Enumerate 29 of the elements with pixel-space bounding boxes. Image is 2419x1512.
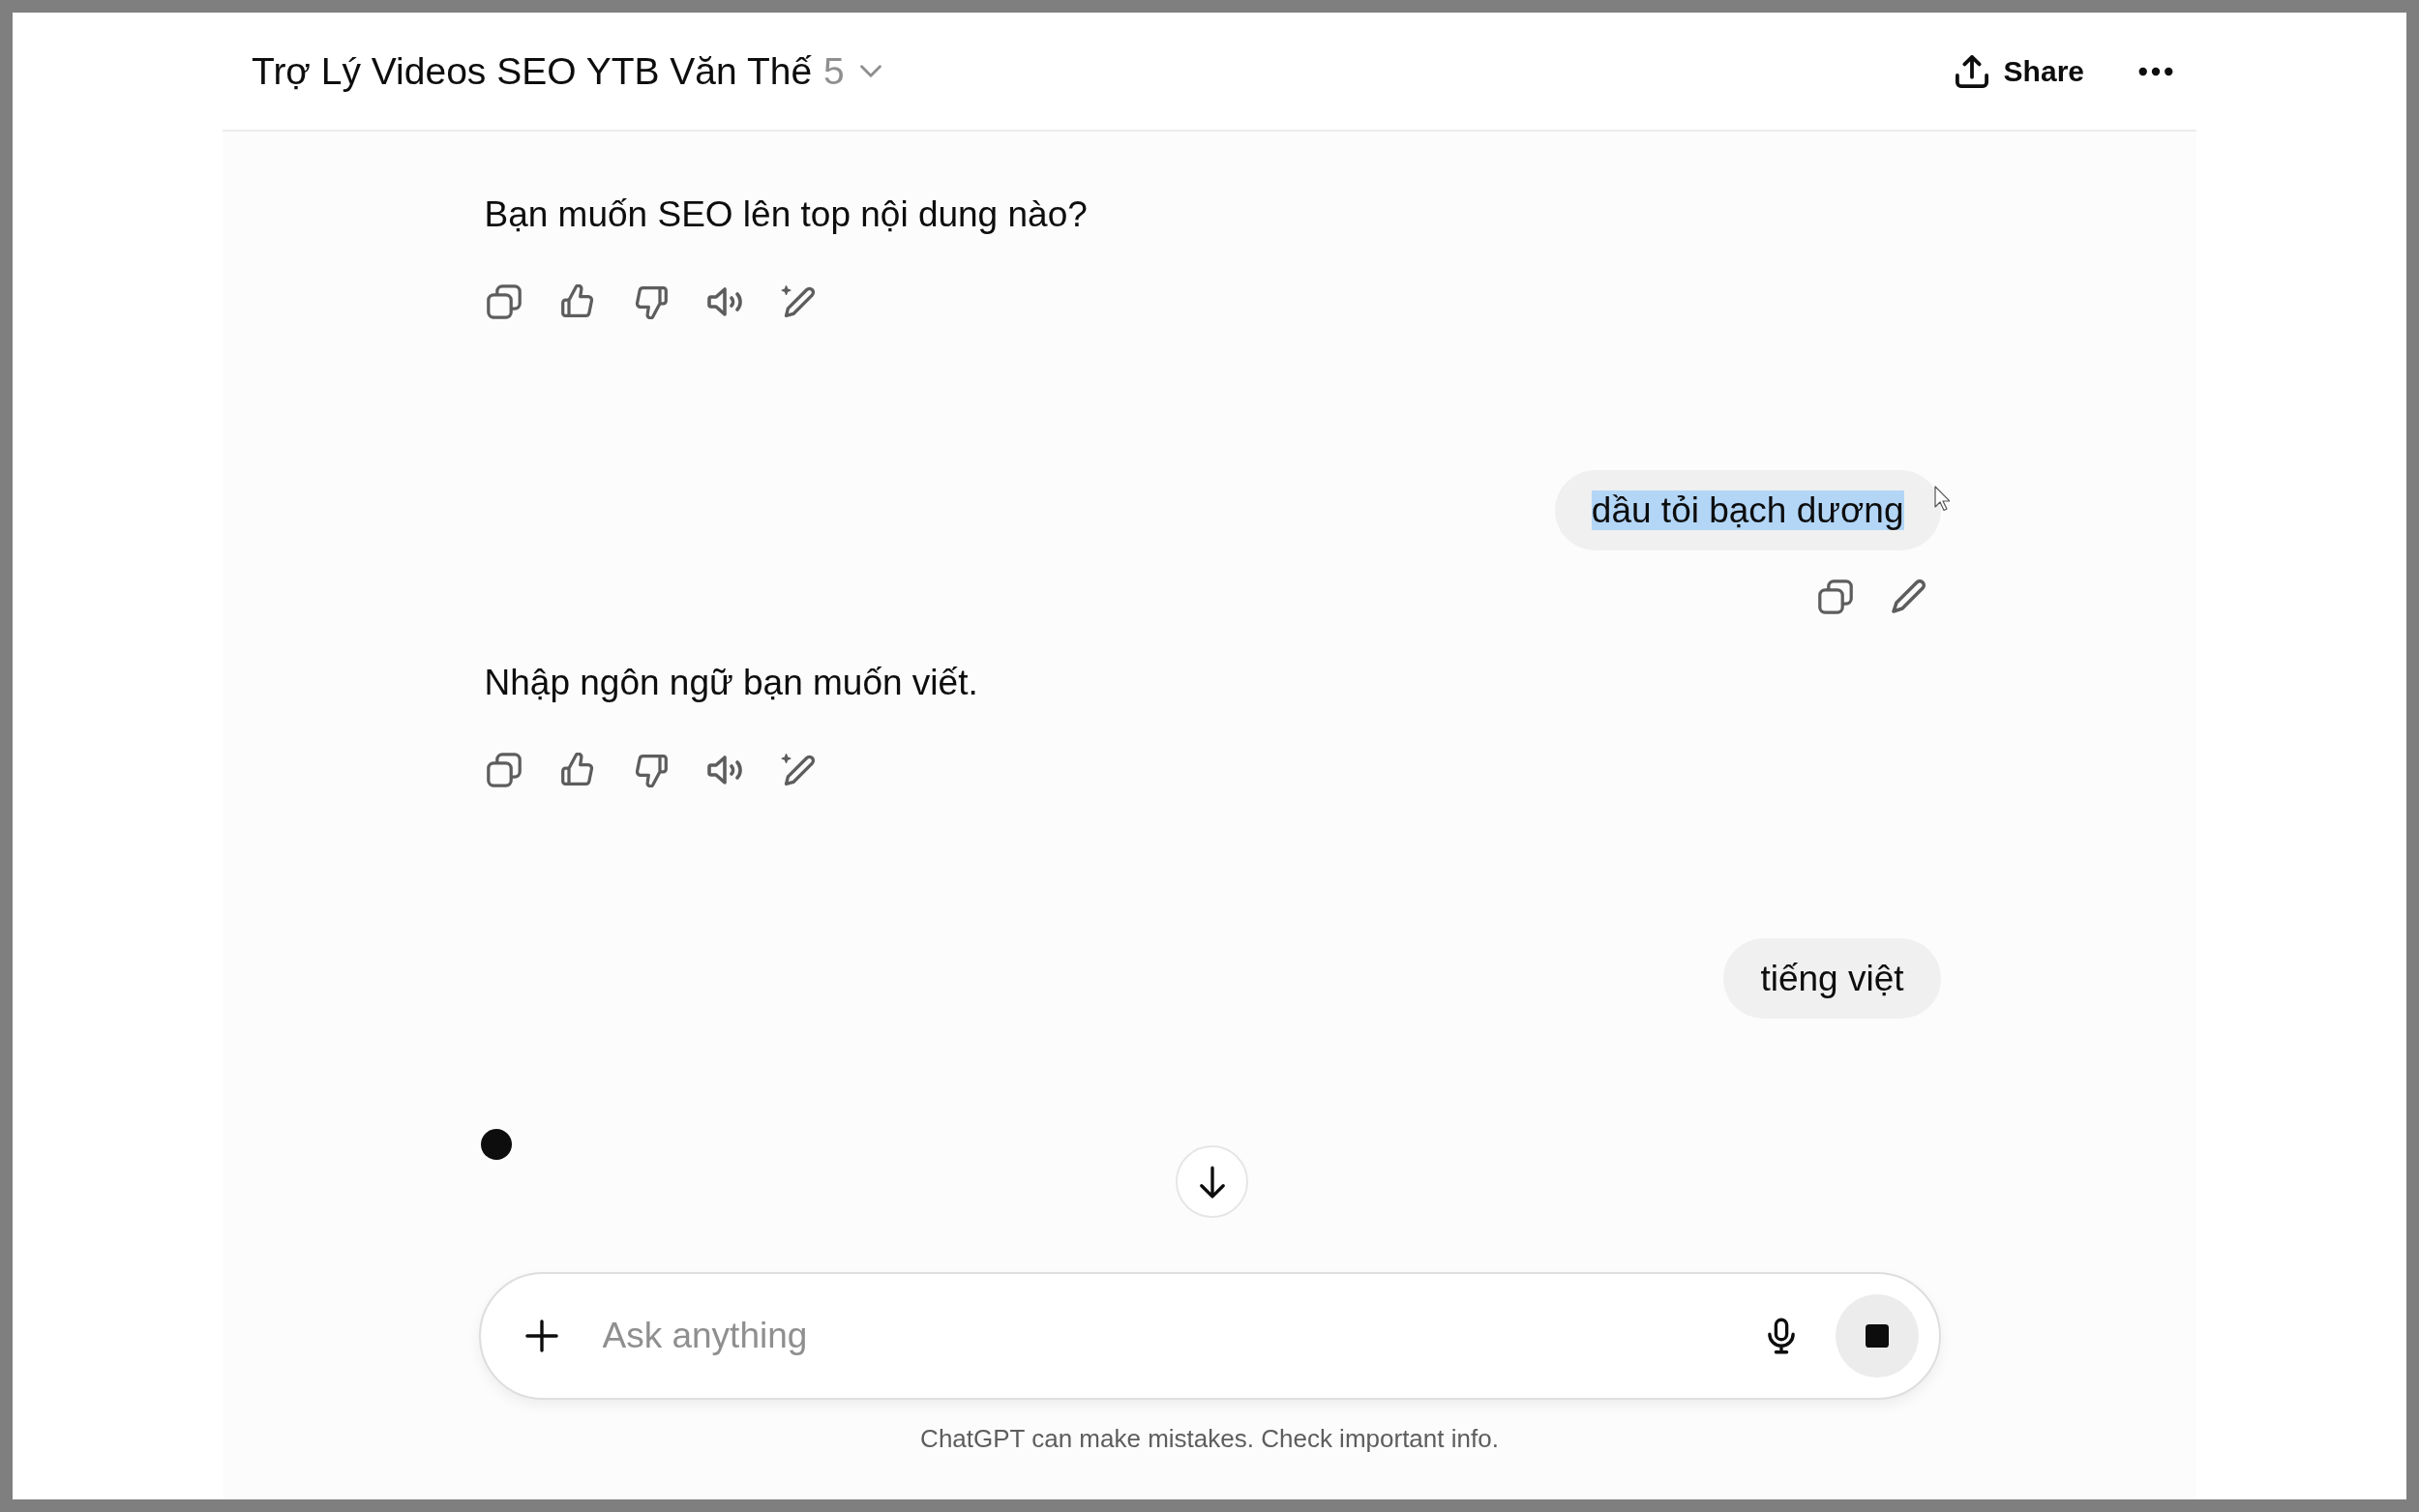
share-icon [1955,54,1988,88]
assistant-message: Bạn muốn SEO lên top nội dung nào? [484,193,1088,236]
message-text: dầu tỏi bạch dương [1591,490,1904,530]
microphone-icon [1767,1318,1795,1354]
message-composer[interactable]: Ask anything [478,1272,1941,1400]
mouse-cursor-icon [1933,486,1950,512]
sparkle-pencil-icon [780,753,816,787]
copy-icon [486,284,522,319]
speaker-icon [706,753,742,787]
chat-title: Trợ Lý Videos SEO YTB Văn Thế [252,49,813,93]
message-text: tiếng việt [1760,959,1904,998]
plus-icon [524,1319,558,1352]
copy-icon [1817,579,1853,614]
stop-icon [1865,1324,1889,1348]
share-button[interactable]: Share [1945,46,2094,96]
pencil-icon [1891,579,1926,614]
disclaimer-text: ChatGPT can make mistakes. Check important info. [920,1423,1499,1455]
thumbs-down-icon [633,284,669,319]
sparkle-pencil-icon [780,284,816,319]
assistant-message: Nhập ngôn ngữ bạn muốn viết. [484,662,978,704]
copy-icon [486,753,522,787]
thumbs-up-icon [559,753,595,787]
more-icon [2138,66,2173,76]
speaker-icon [706,284,742,319]
thumbs-up-icon [559,284,595,319]
thumbs-down-icon [633,753,669,787]
chevron-down-icon [859,65,881,77]
message-input[interactable]: Ask anything [602,1309,1735,1363]
arrow-down-icon [1199,1165,1225,1199]
